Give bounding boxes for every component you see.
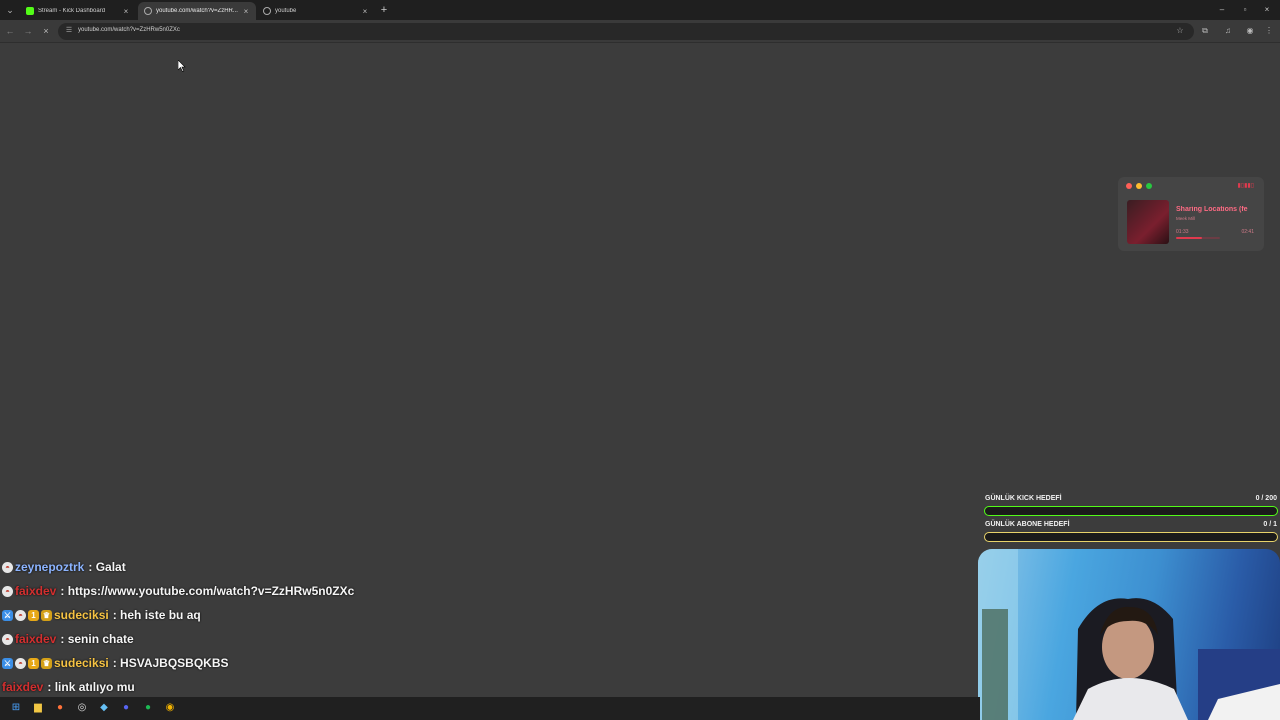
song-title: Sharing Locations (fe	[1176, 206, 1248, 213]
pokeball-icon: ◓	[2, 633, 13, 645]
song-progress-fill	[1176, 237, 1202, 239]
goal-count-abone: 0 / 1	[1263, 521, 1277, 528]
tab-label: Stream - Kick Dashboard	[38, 8, 106, 14]
chat-username[interactable]: sudeciksi	[54, 608, 109, 622]
minimize-button[interactable]: –	[1215, 4, 1229, 16]
crown-icon: ♛	[41, 609, 52, 621]
close-icon[interactable]: ×	[122, 7, 130, 16]
chat-username[interactable]: sudeciksi	[54, 656, 109, 670]
windows-start-icon[interactable]: ⊞	[9, 701, 23, 715]
chat-username[interactable]: faixdev	[15, 584, 56, 598]
site-info-icon[interactable]: ☰	[64, 26, 74, 36]
streamer-video	[978, 549, 1280, 720]
sword-icon: ⚔	[2, 657, 13, 669]
chat-text: : Galat	[88, 560, 126, 574]
goal-label-abone: GÜNLÜK ABONE HEDEFİ	[985, 521, 1070, 528]
chat-message: ⚔ ◓ 1 ♛ sudeciksi: HSVAJBQSBQKBS	[2, 653, 229, 673]
profile-icon[interactable]: ◉	[1244, 25, 1256, 37]
windows-taskbar: ⊞ ▆ ● ◎ ◆ ● ● ◉	[0, 697, 980, 720]
now-playing-widget: ▮▯▮▮▯ Sharing Locations (fe Meek Mill 01…	[1118, 177, 1264, 251]
browser-toolbar: ← → × ☰ youtube.com/watch?v=ZzHRw5n0ZXc …	[0, 20, 1280, 43]
coin-icon: 1	[28, 609, 39, 621]
address-bar[interactable]: ☰ youtube.com/watch?v=ZzHRw5n0ZXc	[58, 23, 1194, 40]
chrome-icon[interactable]: ◉	[163, 701, 177, 715]
globe-icon	[263, 7, 271, 15]
chat-text: : link atılıyo mu	[47, 680, 135, 694]
mouse-cursor-icon	[178, 60, 186, 72]
close-window-button[interactable]: ×	[1260, 4, 1274, 16]
stop-loading-button[interactable]: ×	[40, 25, 52, 37]
pokeball-icon: ◓	[15, 609, 26, 621]
chat-username[interactable]: faixdev	[2, 680, 43, 694]
tab-search-chevron-icon[interactable]: ⌄	[4, 4, 16, 16]
globe-icon	[144, 7, 152, 15]
goal-bar-kick	[984, 506, 1278, 516]
spotify-icon[interactable]: ●	[141, 701, 155, 715]
discord-icon[interactable]: ●	[119, 701, 133, 715]
close-icon[interactable]: ×	[361, 7, 369, 16]
more-menu-icon[interactable]: ⋮	[1263, 25, 1275, 37]
chat-message: ◓ faixdev : senin chate	[2, 629, 134, 649]
tab-kick-dashboard[interactable]: Stream - Kick Dashboard ×	[20, 2, 136, 20]
steam-icon[interactable]: ◆	[97, 701, 111, 715]
new-tab-button[interactable]: +	[378, 3, 390, 17]
total-time: 02:41	[1241, 229, 1254, 235]
crown-icon: ♛	[41, 657, 52, 669]
tab-label: youtube	[275, 8, 297, 14]
tab-youtube-watch[interactable]: youtube.com/watch?v=ZzHR... ×	[138, 2, 256, 20]
close-icon[interactable]: ×	[242, 7, 250, 16]
chat-text: : heh iste bu aq	[112, 608, 201, 622]
coin-icon: 1	[28, 657, 39, 669]
chat-message: ◓ zeynepoztrk : Galat	[2, 557, 126, 577]
back-button[interactable]: ←	[4, 25, 16, 37]
song-artist: Meek Mill	[1176, 216, 1196, 221]
chat-username[interactable]: zeynepoztrk	[15, 560, 84, 574]
browser-tab-bar: ⌄ Stream - Kick Dashboard × youtube.com/…	[0, 0, 1280, 20]
goal-label-kick: GÜNLÜK KICK HEDEFİ	[985, 495, 1062, 502]
sword-icon: ⚔	[2, 609, 13, 621]
album-art	[1127, 200, 1169, 244]
chat-text: : senin chate	[60, 632, 134, 646]
chat-text: : HSVAJBQSBQKBS	[112, 656, 229, 670]
webcam-feed	[978, 549, 1280, 720]
obs-icon[interactable]: ◎	[75, 701, 89, 715]
tab-youtube[interactable]: youtube ×	[257, 2, 375, 20]
kick-icon	[26, 7, 34, 15]
forward-button[interactable]: →	[22, 25, 34, 37]
file-explorer-icon[interactable]: ▆	[31, 701, 45, 715]
goal-count-kick: 0 / 200	[1255, 495, 1277, 502]
chat-username[interactable]: faixdev	[15, 632, 56, 646]
pokeball-icon: ◓	[15, 657, 26, 669]
url-text: youtube.com/watch?v=ZzHRw5n0ZXc	[78, 27, 180, 33]
song-progress-bar	[1176, 237, 1220, 239]
media-controls-icon[interactable]: ♫	[1222, 25, 1234, 37]
pokeball-icon: ◓	[2, 561, 13, 573]
green-dot-icon	[1146, 183, 1152, 189]
pokeball-icon: ◓	[2, 585, 13, 597]
red-dot-icon	[1126, 183, 1132, 189]
goal-bar-abone	[984, 532, 1278, 542]
extensions-icon[interactable]: ⧉	[1199, 25, 1211, 37]
current-time: 01:33	[1176, 229, 1189, 235]
chat-message: ⚔ ◓ 1 ♛ sudeciksi: heh iste bu aq	[2, 605, 201, 625]
chat-message: faixdev : link atılıyo mu	[2, 677, 135, 697]
chat-message: ◓ faixdev : https://www.youtube.com/watch?…	[2, 581, 354, 601]
chat-text: : https://www.youtube.com/watch?v=ZzHRw5…	[60, 584, 355, 598]
yellow-dot-icon	[1136, 183, 1142, 189]
tab-label: youtube.com/watch?v=ZzHR...	[156, 8, 238, 14]
equalizer-icon: ▮▯▮▮▯	[1237, 183, 1254, 189]
firefox-icon[interactable]: ●	[53, 701, 67, 715]
maximize-button[interactable]: ▫	[1238, 4, 1252, 16]
bookmark-star-icon[interactable]: ☆	[1174, 25, 1186, 37]
